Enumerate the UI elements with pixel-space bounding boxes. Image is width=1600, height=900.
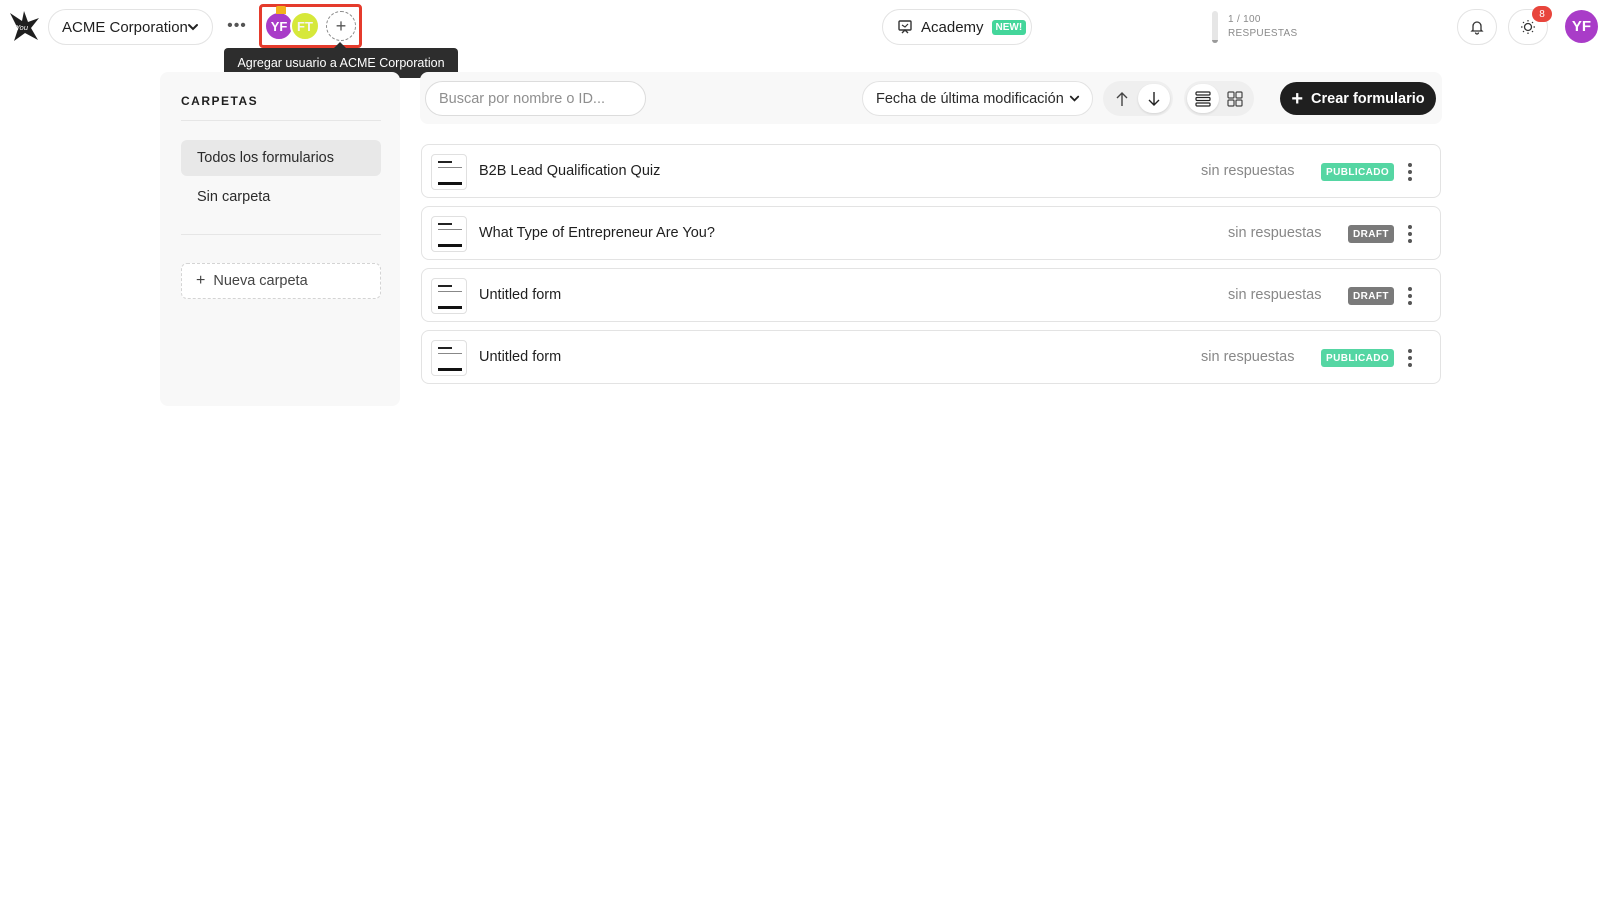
form-menu-button[interactable] — [1400, 346, 1420, 370]
form-document-icon — [431, 154, 467, 190]
workspace-name: ACME Corporation — [62, 18, 188, 36]
youform-logo-icon[interactable]: You — [7, 9, 41, 43]
notifications-button[interactable] — [1457, 9, 1497, 45]
plus-icon: + — [1291, 87, 1304, 110]
sidebar-divider — [181, 234, 381, 235]
status-badge: DRAFT — [1348, 225, 1394, 243]
academy-label: Academy — [921, 18, 984, 36]
create-form-button[interactable]: + Crear formulario — [1280, 82, 1436, 115]
status-badge: DRAFT — [1348, 287, 1394, 305]
new-badge: NEW! — [991, 19, 1027, 35]
sort-direction-toggle — [1103, 81, 1173, 116]
new-folder-label: Nueva carpeta — [213, 273, 308, 289]
form-document-icon — [431, 340, 467, 376]
create-form-label: Crear formulario — [1311, 90, 1425, 107]
user-avatar[interactable]: YF — [1565, 10, 1598, 43]
forms-toolbar: Fecha de última modificación — [420, 72, 1442, 124]
sort-ascending-button[interactable] — [1106, 84, 1138, 113]
search-input[interactable] — [425, 81, 646, 116]
form-document-icon — [431, 216, 467, 252]
form-responses: sin respuestas — [1228, 225, 1322, 241]
response-quota: 1 / 100 RESPUESTAS — [1212, 11, 1298, 43]
sidebar-item-no-folder[interactable]: Sin carpeta — [181, 179, 381, 215]
sort-field-label: Fecha de última modificación — [876, 90, 1064, 107]
form-document-icon — [431, 278, 467, 314]
add-member-button[interactable]: + — [326, 11, 356, 41]
form-responses: sin respuestas — [1201, 349, 1295, 365]
form-row[interactable]: B2B Lead Qualification Quiz sin respuest… — [421, 144, 1441, 198]
status-badge: PUBLICADO — [1321, 349, 1395, 367]
quota-count: 1 / 100 — [1228, 14, 1261, 25]
plus-icon: + — [196, 272, 206, 289]
form-menu-button[interactable] — [1400, 284, 1420, 308]
presentation-icon — [898, 20, 912, 34]
quota-progress-bar — [1212, 11, 1218, 43]
chevron-down-icon — [188, 24, 198, 31]
grid-icon — [1227, 90, 1243, 107]
more-options-button[interactable]: ••• — [226, 16, 248, 36]
quota-label: RESPUESTAS — [1228, 28, 1298, 39]
folders-sidebar: CARPETAS Todos los formularios Sin carpe… — [160, 72, 400, 406]
form-responses: sin respuestas — [1228, 287, 1322, 303]
grid-view-button[interactable] — [1219, 84, 1251, 113]
bell-icon — [1470, 21, 1484, 35]
arrow-up-icon — [1116, 91, 1128, 106]
form-name: B2B Lead Qualification Quiz — [479, 163, 661, 179]
form-name: What Type of Entrepreneur Are You? — [479, 225, 715, 241]
quota-progress-fill — [1212, 40, 1218, 43]
form-list: B2B Lead Qualification Quiz sin respuest… — [421, 144, 1441, 392]
new-folder-button[interactable]: + Nueva carpeta — [181, 263, 381, 299]
svg-text:You: You — [16, 24, 29, 32]
form-row[interactable]: What Type of Entrepreneur Are You? sin r… — [421, 206, 1441, 260]
academy-button[interactable]: Academy NEW! — [882, 9, 1032, 45]
form-name: Untitled form — [479, 287, 562, 303]
sidebar-divider — [181, 120, 381, 121]
sidebar-item-all-forms[interactable]: Todos los formularios — [181, 140, 381, 176]
sort-descending-button[interactable] — [1138, 84, 1170, 113]
form-row[interactable]: Untitled form sin respuestas PUBLICADO — [421, 330, 1441, 384]
top-bar: You ACME Corporation ••• YF FT + Agregar… — [0, 0, 1600, 78]
list-view-button[interactable] — [1187, 84, 1219, 113]
notification-count-badge: 8 — [1532, 6, 1552, 22]
form-menu-button[interactable] — [1400, 222, 1420, 246]
list-icon — [1195, 90, 1211, 107]
lightbulb-icon — [1521, 20, 1535, 34]
owner-crown-icon — [276, 6, 286, 14]
chevron-down-icon — [1069, 95, 1080, 102]
form-row[interactable]: Untitled form sin respuestas DRAFT — [421, 268, 1441, 322]
form-menu-button[interactable] — [1400, 160, 1420, 184]
view-mode-toggle — [1184, 81, 1254, 116]
member-avatar-ft[interactable]: FT — [290, 11, 320, 41]
form-name: Untitled form — [479, 349, 562, 365]
arrow-down-icon — [1148, 91, 1160, 106]
sort-field-select[interactable]: Fecha de última modificación — [862, 81, 1093, 116]
status-badge: PUBLICADO — [1321, 163, 1395, 181]
folders-title: CARPETAS — [181, 94, 259, 108]
workspace-switcher[interactable]: ACME Corporation — [48, 9, 213, 45]
form-responses: sin respuestas — [1201, 163, 1295, 179]
